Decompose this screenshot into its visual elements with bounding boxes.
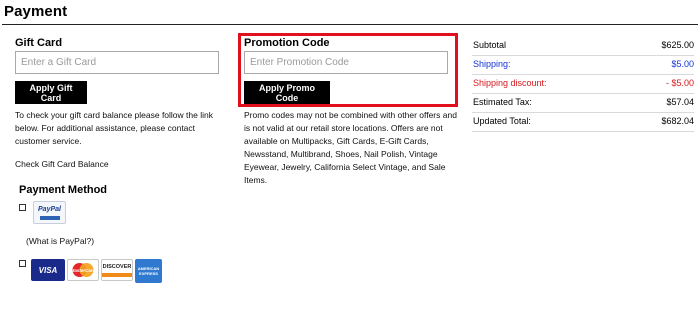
promotion-code-heading: Promotion Code [244, 37, 330, 49]
visa-card-label: VISA [38, 265, 58, 275]
title-divider [2, 24, 698, 25]
visa-card-icon: VISA [31, 259, 65, 281]
promotion-code-input[interactable] [244, 51, 448, 74]
apply-promo-code-button[interactable]: Apply Promo Code [244, 81, 330, 104]
estimated-tax-row: Estimated Tax: $57.04 [472, 94, 694, 113]
shipping-value: $5.00 [671, 59, 694, 69]
what-is-paypal-link[interactable]: (What is PayPal?) [26, 236, 94, 246]
mastercard-card-label: MasterCard [70, 267, 96, 273]
amex-card-icon: AMERICAN EXPRESS [135, 259, 162, 283]
discover-card-icon: DISCOVER [101, 259, 133, 281]
shipping-discount-row: Shipping discount: - $5.00 [472, 75, 694, 94]
paypal-checkbox[interactable] [19, 204, 26, 211]
gift-card-help-text: To check your gift card balance please f… [15, 110, 213, 146]
shipping-discount-value: - $5.00 [665, 78, 694, 88]
subtotal-row: Subtotal $625.00 [472, 37, 694, 56]
payment-method-heading: Payment Method [19, 184, 108, 196]
paypal-logo-icon: PayPal [33, 201, 66, 224]
mastercard-card-icon: MasterCard [67, 259, 99, 281]
amex-card-label: AMERICAN EXPRESS [137, 266, 160, 276]
shipping-row: Shipping: $5.00 [472, 56, 694, 75]
gift-card-input[interactable] [15, 51, 219, 74]
discover-card-label: DISCOVER [102, 263, 132, 270]
updated-total-row: Updated Total: $682.04 [472, 113, 694, 132]
gift-card-heading: Gift Card [15, 37, 63, 49]
estimated-tax-value: $57.04 [666, 97, 694, 107]
page-title: Payment [4, 3, 68, 20]
subtotal-label: Subtotal [473, 40, 507, 50]
subtotal-value: $625.00 [661, 40, 694, 50]
paypal-logo-text: PayPal [38, 205, 61, 213]
promotion-disclaimer: Promo codes may not be combined with oth… [244, 110, 457, 185]
shipping-label[interactable]: Shipping: [473, 59, 511, 69]
check-gift-card-balance-link[interactable]: Check Gift Card Balance [15, 159, 109, 169]
shipping-discount-label[interactable]: Shipping discount: [473, 78, 547, 88]
updated-total-value: $682.04 [661, 116, 694, 126]
updated-total-label: Updated Total: [473, 116, 531, 126]
estimated-tax-label: Estimated Tax: [473, 97, 532, 107]
credit-card-checkbox[interactable] [19, 260, 26, 267]
apply-gift-card-button[interactable]: Apply Gift Card [15, 81, 87, 104]
